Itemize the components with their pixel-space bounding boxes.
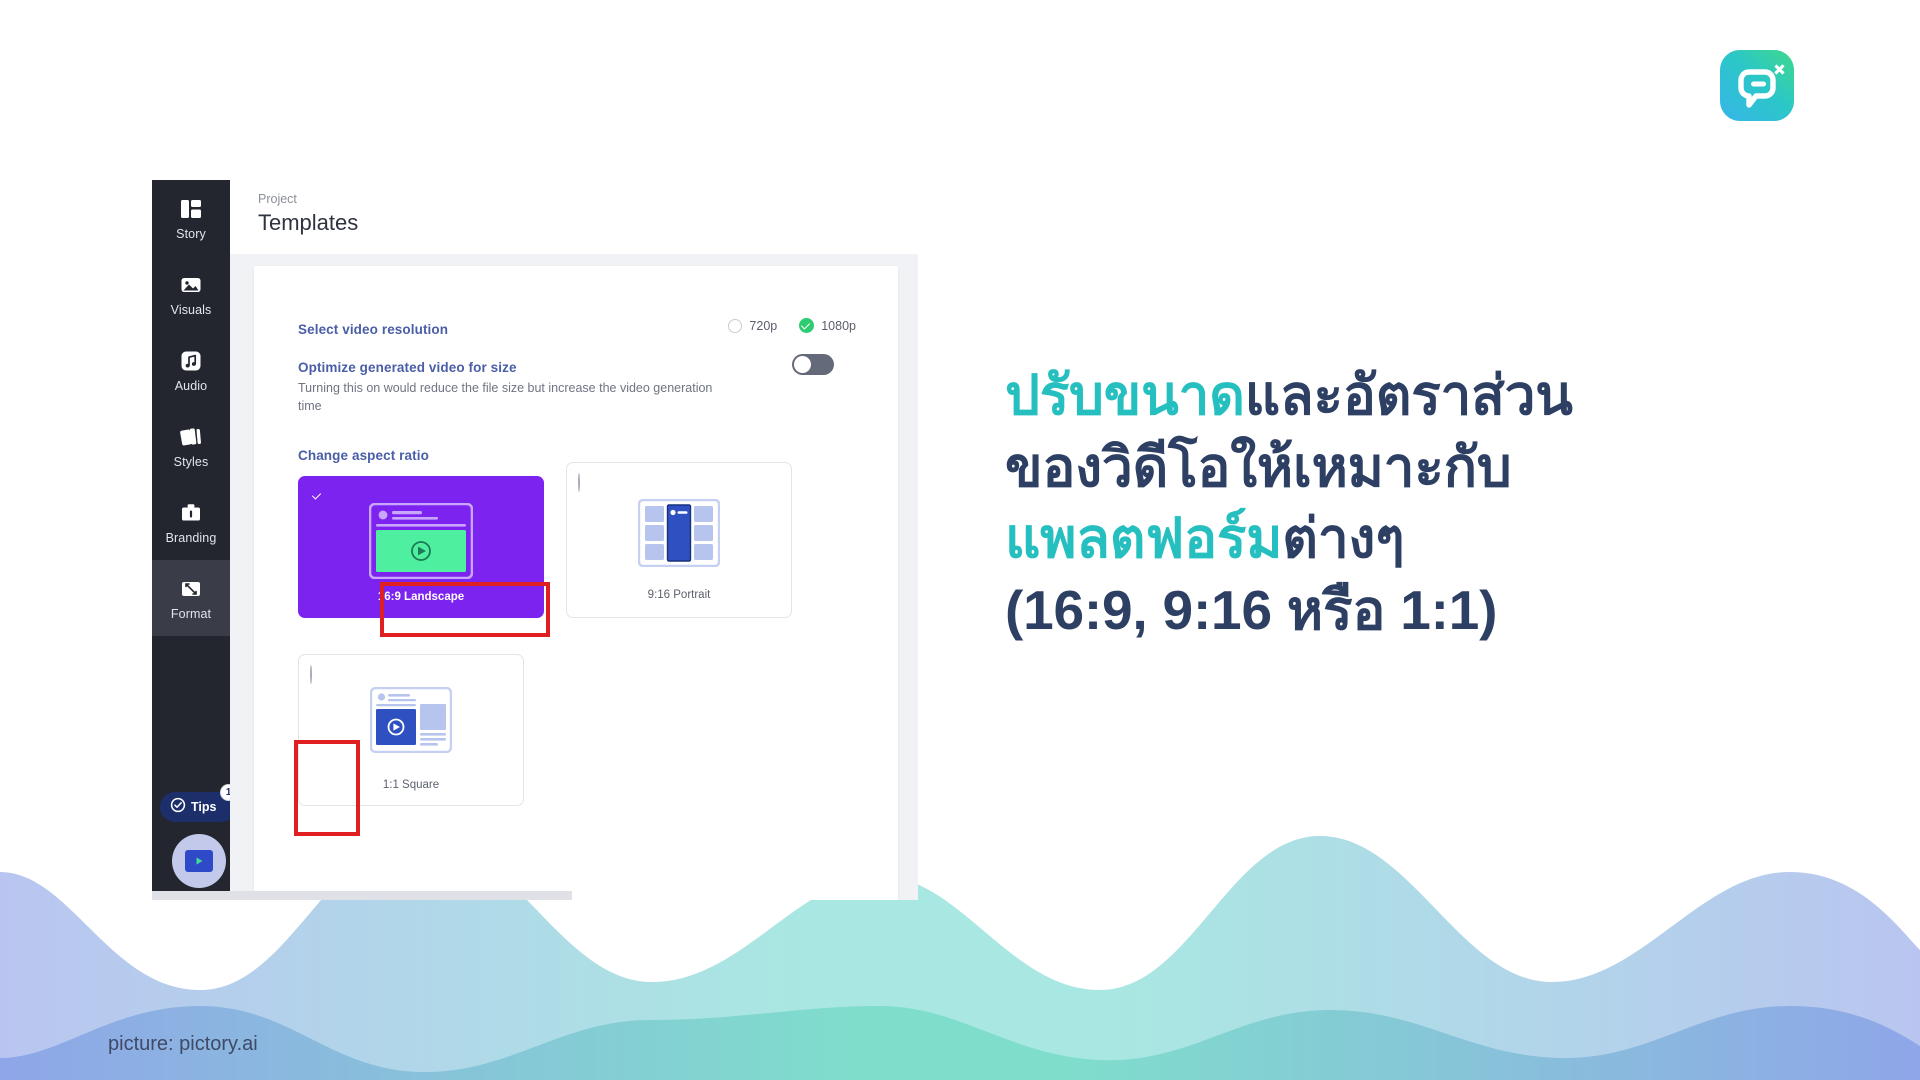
tile-caption: 1:1 Square (382, 779, 440, 791)
optimize-description: Turning this on would reduce the file si… (298, 381, 713, 414)
story-icon (178, 196, 204, 222)
page-title: Templates (258, 210, 359, 235)
headline-highlight: ปรับขนาด (1005, 364, 1245, 426)
resolution-option-label: 720p (749, 318, 778, 333)
headline-line-3: แพลตฟอร์มต่างๆ (1005, 503, 1825, 575)
resolution-label: Select video resolution (298, 322, 449, 337)
resize-icon (178, 576, 204, 602)
sidebar-item-format[interactable]: Format (152, 560, 230, 636)
headline-rest: และอัตราส่วน (1244, 364, 1573, 426)
tile-caption: 16:9 Landscape (377, 591, 465, 603)
sidebar-item-styles[interactable]: Styles (152, 408, 230, 484)
optimize-toggle[interactable] (792, 354, 834, 375)
app-main: Project Templates Select video resolutio… (230, 180, 918, 900)
horizontal-scrollbar[interactable] (152, 891, 572, 900)
sidebar-item-label: Branding (165, 530, 217, 545)
briefcase-icon (178, 500, 204, 526)
aspect-ratio-label: Change aspect ratio (298, 448, 429, 463)
radio-checked-icon (799, 318, 815, 333)
aspect-tile-portrait[interactable]: 9:16 Portrait (566, 462, 792, 618)
pictory-logo (1718, 48, 1796, 126)
resolution-option-label: 1080p (821, 318, 856, 333)
tile-caption: 9:16 Portrait (647, 589, 711, 601)
optimize-label: Optimize generated video for size (298, 360, 517, 375)
image-icon (178, 272, 204, 298)
landscape-preview-icon (368, 502, 474, 584)
sidebar-item-visuals[interactable]: Visuals (152, 256, 230, 332)
pictory-app-screenshot: Story Visuals Audio Styles Branding Form… (152, 180, 918, 900)
sidebar-item-label: Visuals (170, 302, 212, 317)
radio-unchecked-icon (728, 318, 743, 333)
sidebar-item-label: Story (176, 226, 206, 241)
headline-line-2: ของวิดีโอให้เหมาะกับ (1005, 435, 1512, 498)
tile-radio-icon (310, 665, 312, 684)
sidebar-item-audio[interactable]: Audio (152, 332, 230, 408)
toggle-knob (794, 356, 811, 373)
sidebar-item-story[interactable]: Story (152, 180, 230, 256)
square-preview-icon (369, 686, 453, 758)
credit-text: picture: pictory.ai (108, 1033, 258, 1055)
play-preview-button[interactable] (172, 834, 226, 888)
format-settings-card: Select video resolution 720p 1080p Optim… (254, 266, 898, 900)
portrait-preview-icon (637, 498, 721, 572)
slide-canvas: Story Visuals Audio Styles Branding Form… (0, 0, 1920, 1080)
headline-line-1: ปรับขนาดและอัตราส่วน (1005, 360, 1825, 432)
aspect-tile-landscape[interactable]: 16:9 Landscape (298, 476, 544, 618)
tips-label: Tips (191, 800, 217, 814)
resolution-option-720p[interactable]: 720p (728, 318, 778, 333)
headline-rest: ต่างๆ (1282, 507, 1405, 569)
music-icon (178, 348, 204, 374)
headline-highlight: แพลตฟอร์ม (1005, 507, 1283, 569)
sidebar-item-label: Audio (174, 378, 208, 393)
app-sidebar: Story Visuals Audio Styles Branding Form… (152, 180, 237, 900)
headline: ปรับขนาดและอัตราส่วน ของวิดีโอให้เหมาะกั… (1005, 360, 1825, 646)
aspect-tile-square[interactable]: 1:1 Square (298, 654, 524, 806)
sidebar-item-label: Format (170, 606, 212, 621)
cards-icon (178, 424, 204, 450)
resolution-option-1080p[interactable]: 1080p (799, 318, 856, 333)
sidebar-item-label: Styles (173, 454, 209, 469)
tile-radio-icon (578, 473, 580, 492)
play-icon (185, 850, 213, 872)
resolution-options: 720p 1080p (728, 318, 856, 333)
check-circle-icon (170, 797, 186, 818)
sidebar-item-branding[interactable]: Branding (152, 484, 230, 560)
breadcrumb: Project (258, 192, 297, 206)
headline-line-4: (16:9, 9:16 หรือ 1:1) (1005, 578, 1498, 641)
